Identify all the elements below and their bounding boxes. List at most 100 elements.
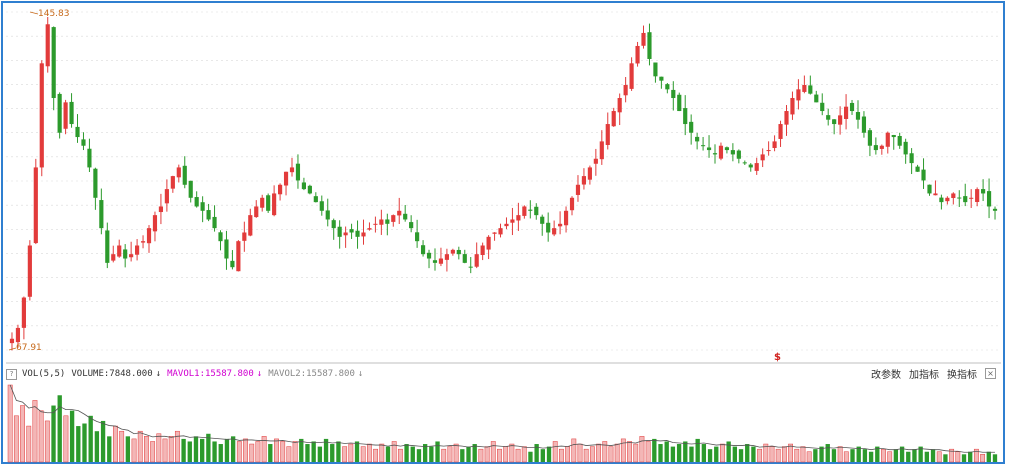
volume-bar <box>639 436 645 463</box>
dividend-marker[interactable]: $ <box>774 352 781 363</box>
candle-body <box>861 116 867 133</box>
candle-body <box>415 232 420 242</box>
candle-body <box>212 216 217 229</box>
candle-body <box>695 136 700 142</box>
volume-bar <box>63 415 69 463</box>
volume-bar <box>404 444 409 462</box>
change-params-button[interactable]: 改参数 <box>871 366 901 381</box>
candle-body <box>438 258 444 264</box>
volume-bar <box>676 444 682 462</box>
candle-body <box>909 153 914 164</box>
volume-bar <box>200 438 205 462</box>
volume-bar <box>230 436 236 462</box>
candle-body <box>242 232 247 241</box>
volume-bar <box>986 451 991 462</box>
candle-body <box>790 98 795 115</box>
volume-bar <box>813 449 818 462</box>
candle-body <box>367 228 372 230</box>
volume-bar <box>391 441 397 463</box>
candle-body <box>266 195 271 211</box>
vol-label: VOL(5,5) <box>22 369 66 379</box>
volume-bar <box>397 448 403 463</box>
arrow-down-icon: ↓ <box>256 369 263 379</box>
volume-bar <box>868 451 874 462</box>
volume-bar <box>843 451 849 463</box>
volume-bar <box>107 436 112 462</box>
volume-bar <box>20 405 25 463</box>
volume-bar <box>701 444 707 462</box>
volume-bar <box>249 443 255 463</box>
indicator-actions: 改参数 加指标 换指标 × <box>863 366 996 381</box>
candle-body <box>760 154 765 161</box>
volume-bar <box>714 446 719 462</box>
volume-bar <box>850 449 855 462</box>
volume-bar <box>608 446 614 463</box>
volume-bar <box>992 454 998 462</box>
switch-indicator-button[interactable]: 换指标 <box>947 366 977 381</box>
candle-body <box>516 215 521 221</box>
candle-body <box>33 167 38 244</box>
candle-body <box>403 213 408 220</box>
volume-bar <box>912 449 917 462</box>
candle-body <box>355 230 360 237</box>
candle-body <box>641 32 646 46</box>
volume-bar <box>509 443 515 463</box>
volume-bar <box>57 395 62 462</box>
candle-body <box>57 93 62 133</box>
help-icon[interactable]: ? <box>6 368 17 380</box>
volume-bar <box>936 451 942 463</box>
candle-body <box>295 163 301 181</box>
candle-body <box>879 145 884 149</box>
volume-bar <box>342 446 348 463</box>
candle-body <box>754 163 759 171</box>
volume-bar <box>113 425 118 463</box>
volume-bar <box>831 449 837 462</box>
volume-bar <box>156 433 162 463</box>
volume-bar <box>187 441 192 462</box>
volume-bar <box>478 448 484 463</box>
volume-bar <box>800 446 806 463</box>
candle-body <box>683 108 688 125</box>
volume-bar <box>88 415 93 462</box>
volume-bar <box>82 423 87 462</box>
volume-bar <box>453 443 459 463</box>
candle-body <box>200 202 205 211</box>
candle-body <box>706 147 712 151</box>
arrow-down-icon: ↓ <box>357 369 364 379</box>
candle-body <box>272 193 277 216</box>
candle-body <box>170 176 175 189</box>
candle-body <box>182 165 187 185</box>
volume-bar <box>373 448 379 463</box>
volume-bar <box>670 446 676 462</box>
volume-bar <box>348 443 354 463</box>
volume-bar <box>76 426 81 462</box>
volume-bar <box>757 448 763 463</box>
volume-bar <box>137 430 143 463</box>
volume-bar <box>69 410 75 462</box>
candle-body <box>123 249 128 259</box>
volume-bar <box>837 446 843 463</box>
close-icon[interactable]: × <box>985 368 996 379</box>
volume-bar <box>460 449 465 462</box>
candle-body <box>27 245 32 297</box>
candle-body <box>194 197 199 207</box>
candle-body <box>933 193 938 196</box>
volume-bar <box>633 443 639 463</box>
volume-bar <box>683 441 688 462</box>
candle-body <box>105 230 110 263</box>
candle-body <box>593 158 598 164</box>
volume-bar <box>218 444 223 462</box>
volume-bar <box>887 451 893 463</box>
candle-body <box>218 232 223 242</box>
volume-bar <box>212 441 217 462</box>
volume-bar <box>466 446 471 462</box>
add-indicator-button[interactable]: 加指标 <box>909 366 939 381</box>
volume-bar <box>924 451 930 462</box>
volume-bar <box>528 451 533 462</box>
candle-body <box>546 222 551 233</box>
candle-body <box>981 189 986 194</box>
candle-body <box>480 245 485 256</box>
price-low-label: 67.91 <box>16 343 42 353</box>
volume-bar <box>881 448 886 463</box>
candle-body <box>426 252 432 259</box>
